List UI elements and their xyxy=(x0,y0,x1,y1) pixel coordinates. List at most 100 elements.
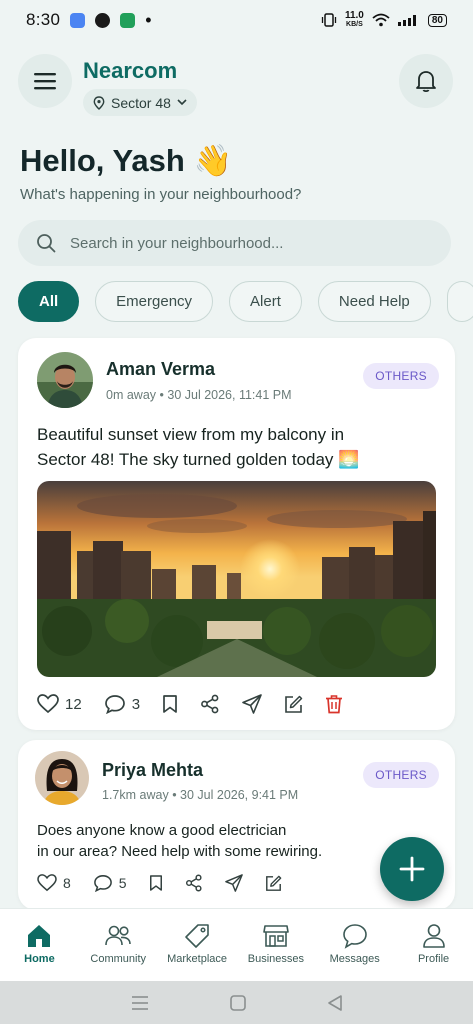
nav-label: Marketplace xyxy=(167,953,228,965)
heart-icon xyxy=(37,874,57,892)
wifi-icon xyxy=(372,13,390,27)
greeting-title: Hello, Yash 👋 xyxy=(20,142,232,179)
search-icon xyxy=(37,234,56,253)
location-label: Sector 48 xyxy=(111,94,171,111)
search-bar[interactable] xyxy=(18,220,451,266)
profile-icon xyxy=(422,924,445,948)
vibrate-icon xyxy=(321,13,337,27)
nav-label: Profile xyxy=(417,953,450,965)
filter-chip-emergency[interactable]: Emergency xyxy=(95,281,214,322)
filter-chip-need-help[interactable]: Need Help xyxy=(317,281,431,322)
comment-icon xyxy=(93,875,112,892)
avatar-photo xyxy=(35,751,89,805)
edit-icon[interactable] xyxy=(284,695,303,714)
app-name: Nearcom xyxy=(83,58,178,83)
send-icon[interactable] xyxy=(242,694,262,714)
post-distance: 1.7km away xyxy=(102,788,169,802)
like-button[interactable]: 8 xyxy=(37,874,71,892)
post-image[interactable] xyxy=(37,481,436,677)
send-icon[interactable] xyxy=(224,874,243,892)
tag-icon xyxy=(185,924,209,948)
status-right: 11.0 KB/S 80 xyxy=(321,11,447,29)
search-input[interactable] xyxy=(70,234,430,252)
post-actions: 12 3 xyxy=(37,694,343,714)
wave-emoji: 👋 xyxy=(193,143,233,178)
filter-chip-more[interactable] xyxy=(446,281,473,322)
nav-label: Messages xyxy=(329,953,380,965)
comment-icon xyxy=(104,695,125,714)
home-button-icon[interactable] xyxy=(229,994,246,1011)
nav-profile[interactable]: Profile xyxy=(395,923,473,965)
nav-label: Home xyxy=(24,953,55,965)
location-pin-icon xyxy=(93,95,105,110)
nav-businesses[interactable]: Businesses xyxy=(237,923,315,965)
post-text-line: in our area? Need help with some rewirin… xyxy=(37,843,323,860)
chat-icon xyxy=(342,924,367,949)
back-icon[interactable] xyxy=(327,994,343,1011)
create-post-button[interactable] xyxy=(380,837,444,901)
nav-community[interactable]: Community xyxy=(79,923,157,965)
system-navigation-bar xyxy=(0,981,473,1024)
meta-separator: • xyxy=(172,788,181,802)
post-distance: 0m away xyxy=(106,388,157,402)
app-header: Nearcom Sector 48 xyxy=(18,54,455,124)
player-app-icon xyxy=(95,12,111,28)
post-card[interactable]: Aman Verma 0m away • 30 Jul 2026, 11:41 … xyxy=(18,338,455,730)
nav-label: Community xyxy=(90,953,147,965)
heart-icon xyxy=(37,694,59,714)
bottom-navigation: Home Community Marketplace Businesses Me… xyxy=(0,908,473,981)
hamburger-icon xyxy=(34,73,56,90)
post-date: 30 Jul 2026, 9:41 PM xyxy=(180,788,299,802)
like-button[interactable]: 12 xyxy=(37,694,82,714)
messenger-app-icon xyxy=(70,12,86,28)
avatar-photo xyxy=(37,352,93,408)
sunset-photo xyxy=(37,481,436,677)
post-actions: 8 5 xyxy=(37,874,282,892)
status-left: 8:30 • xyxy=(26,10,152,31)
net-speed-unit: KB/S xyxy=(346,21,363,28)
nav-label: Businesses xyxy=(247,953,305,965)
post-meta: 1.7km away • 30 Jul 2026, 9:41 PM xyxy=(102,788,298,802)
comment-button[interactable]: 3 xyxy=(104,694,140,714)
share-icon[interactable] xyxy=(200,694,220,714)
post-text-line: Does anyone know a good electrician xyxy=(37,822,287,839)
avatar[interactable] xyxy=(35,751,89,805)
share-icon[interactable] xyxy=(185,874,203,892)
more-notifications-dot-icon: • xyxy=(145,9,152,30)
bookmark-icon[interactable] xyxy=(149,874,163,892)
comment-count: 3 xyxy=(131,695,141,713)
nav-messages[interactable]: Messages xyxy=(316,923,394,965)
location-selector[interactable]: Sector 48 xyxy=(83,89,197,116)
notes-app-icon xyxy=(120,12,136,28)
home-icon xyxy=(28,925,51,947)
post-author[interactable]: Aman Verma xyxy=(106,359,215,380)
community-icon xyxy=(105,925,132,946)
plus-icon xyxy=(399,856,425,882)
avatar[interactable] xyxy=(37,352,93,408)
post-text: Beautiful sunset view from my balcony in… xyxy=(37,422,359,472)
post-text: Does anyone know a good electrician in o… xyxy=(37,820,322,862)
filter-chip-all[interactable]: All xyxy=(18,281,80,322)
post-category-badge: OTHERS xyxy=(363,363,439,389)
delete-icon[interactable] xyxy=(325,694,343,714)
recent-apps-icon[interactable] xyxy=(131,995,149,1011)
post-text-line: Sector 48! The sky turned golden today 🌅 xyxy=(37,450,360,469)
filter-chip-alert[interactable]: Alert xyxy=(229,281,302,322)
menu-button[interactable] xyxy=(18,54,72,108)
nav-home[interactable]: Home xyxy=(0,923,78,965)
signal-icon xyxy=(397,15,416,26)
net-speed-value: 11.0 xyxy=(344,10,364,21)
bell-icon xyxy=(416,71,436,93)
chevron-down-icon xyxy=(177,99,187,106)
edit-icon[interactable] xyxy=(265,875,282,892)
notifications-button[interactable] xyxy=(399,54,453,108)
nav-marketplace[interactable]: Marketplace xyxy=(158,923,236,965)
status-bar: 8:30 • 11.0 KB/S 80 xyxy=(0,0,473,40)
comment-button[interactable]: 5 xyxy=(93,874,127,892)
bookmark-icon[interactable] xyxy=(162,694,178,714)
post-author[interactable]: Priya Mehta xyxy=(102,760,203,781)
greeting-text: Hello, Yash xyxy=(20,143,185,178)
greeting-subtitle: What's happening in your neighbourhood? xyxy=(20,186,302,203)
comment-count: 5 xyxy=(118,875,127,891)
post-category-badge: OTHERS xyxy=(363,762,439,788)
